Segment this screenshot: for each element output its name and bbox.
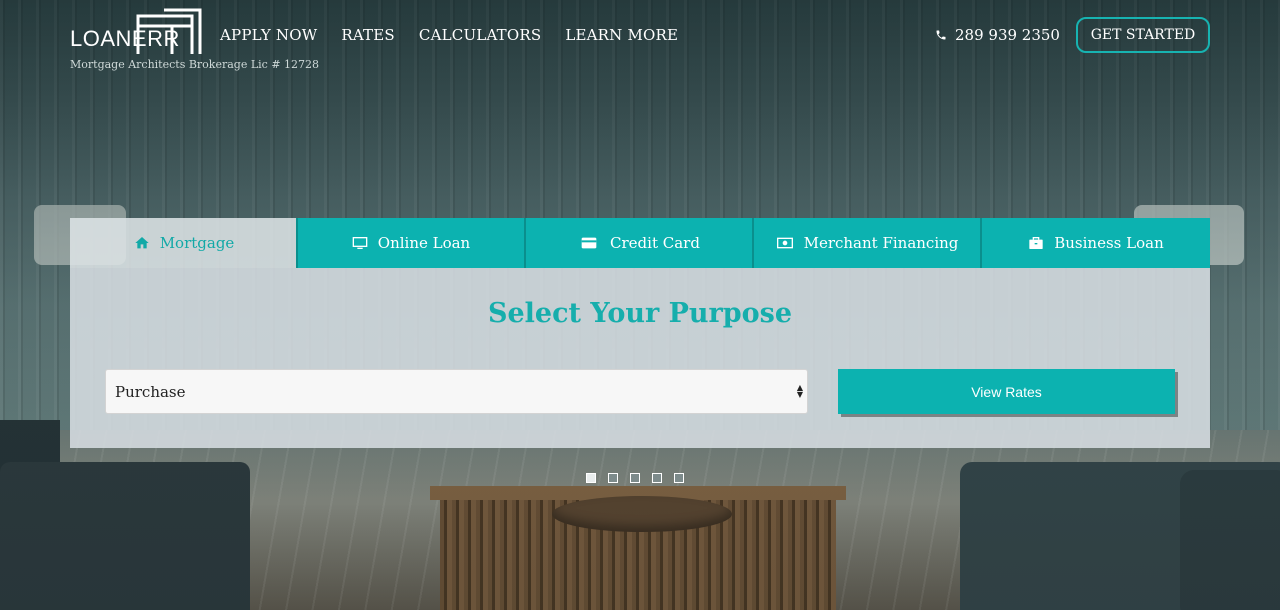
slider-dot[interactable] bbox=[630, 473, 640, 483]
logo-frame-icon bbox=[136, 8, 202, 54]
slider-dot[interactable] bbox=[652, 473, 662, 483]
logo[interactable]: LOANERR bbox=[70, 6, 210, 54]
tab-label: Credit Card bbox=[610, 234, 700, 252]
select-arrows-icon: ▲ ▼ bbox=[796, 383, 804, 399]
phone-icon bbox=[936, 30, 946, 40]
slider-dot[interactable] bbox=[608, 473, 618, 483]
nav-apply-now[interactable]: APPLY NOW bbox=[220, 26, 317, 44]
view-rates-button[interactable]: View Rates bbox=[838, 369, 1175, 414]
tab-online-loan[interactable]: Online Loan bbox=[296, 218, 524, 268]
nav-calculators[interactable]: CALCULATORS bbox=[419, 26, 541, 44]
get-started-button[interactable]: GET STARTED bbox=[1076, 17, 1210, 53]
purpose-select-value: Purchase bbox=[115, 382, 186, 401]
loan-type-tabs: Mortgage Online Loan Credit Card Merchan… bbox=[70, 218, 1210, 268]
tab-mortgage[interactable]: Mortgage bbox=[70, 218, 296, 268]
tab-label: Business Loan bbox=[1054, 234, 1164, 252]
tab-label: Online Loan bbox=[377, 234, 471, 252]
main-nav: APPLY NOW RATES CALCULATORS LEARN MORE bbox=[220, 26, 678, 44]
purpose-select[interactable]: Purchase ▲ ▼ bbox=[105, 369, 808, 414]
home-icon bbox=[135, 237, 149, 249]
purpose-panel: Select Your Purpose Purchase ▲ ▼ View Rat… bbox=[70, 268, 1210, 448]
nav-learn-more[interactable]: LEARN MORE bbox=[565, 26, 678, 44]
tab-label: Mortgage bbox=[159, 234, 235, 252]
panel-title: Select Your Purpose bbox=[487, 298, 793, 329]
phone-link[interactable]: 289 939 2350 bbox=[935, 26, 1060, 44]
tab-business-loan[interactable]: Business Loan bbox=[980, 218, 1210, 268]
tab-credit-card[interactable]: Credit Card bbox=[524, 218, 752, 268]
monitor-icon bbox=[352, 237, 368, 249]
phone-number: 289 939 2350 bbox=[955, 26, 1060, 44]
money-icon bbox=[776, 237, 793, 249]
briefcase-icon bbox=[1029, 237, 1043, 249]
slider-dots bbox=[586, 473, 684, 483]
credit-card-icon bbox=[581, 237, 597, 249]
slider-dot[interactable] bbox=[586, 473, 596, 483]
tab-label: Merchant Financing bbox=[803, 234, 959, 252]
nav-rates[interactable]: RATES bbox=[341, 26, 395, 44]
slider-dot[interactable] bbox=[674, 473, 684, 483]
license-text: Mortgage Architects Brokerage Lic # 1272… bbox=[70, 58, 320, 71]
tab-merchant-financing[interactable]: Merchant Financing bbox=[752, 218, 980, 268]
